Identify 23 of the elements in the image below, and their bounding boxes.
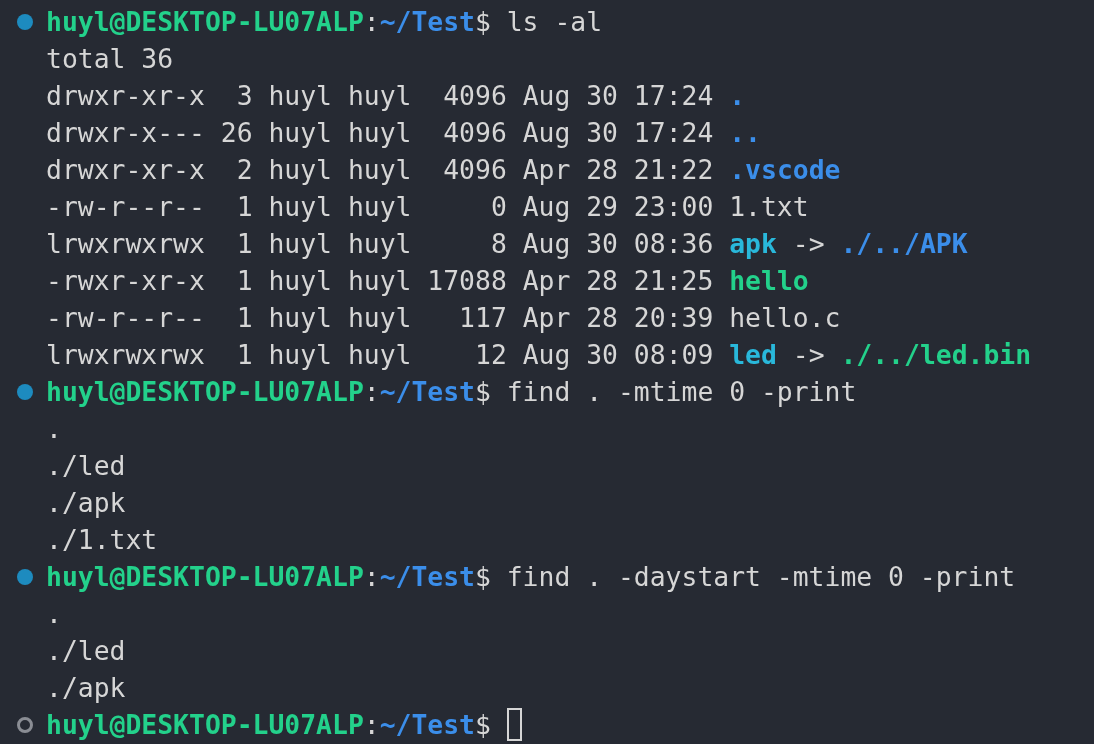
output-line: . [46,412,62,446]
output-line: drwxr-xr-x 3 huyl huyl 4096 Aug 30 17:24 . [46,79,746,113]
output-line: ./apk [46,671,126,705]
output-line: total 36 [46,42,174,76]
output-line: ./apk [46,486,126,520]
output-line: . [46,597,62,631]
output-line: -rw-r--r-- 1 huyl huyl 117 Apr 28 20:39 hello.c [46,301,841,335]
output-line: ./led [46,634,126,668]
command-text: find . -daystart -mtime 0 -print [506,560,1016,594]
shell-prompt: huyl@DESKTOP-LU07ALP:~/Test$ [46,708,491,742]
shell-prompt: huyl@DESKTOP-LU07ALP:~/Test$ [46,560,491,594]
command-text: find . -mtime 0 -print [506,375,857,409]
output-line: drwxr-x--- 26 huyl huyl 4096 Aug 30 17:24 .. [46,116,761,150]
output-line: lrwxrwxrwx 1 huyl huyl 8 Aug 30 08:36 apk -> ./../APK [46,227,968,261]
output-line: -rwxr-xr-x 1 huyl huyl 17088 Apr 28 21:25 hello [46,264,809,298]
output-line: ./1.txt [46,523,158,557]
command-text: ls -al [506,5,603,39]
output-line: -rw-r--r-- 1 huyl huyl 0 Aug 29 23:00 1.txt [46,190,809,224]
output-line: lrwxrwxrwx 1 huyl huyl 12 Aug 30 08:09 led -> ./../led.bin [46,338,1032,372]
shell-prompt: huyl@DESKTOP-LU07ALP:~/Test$ [46,5,491,39]
shell-prompt: huyl@DESKTOP-LU07ALP:~/Test$ [46,375,491,409]
output-line: ./led [46,449,126,483]
output-line: drwxr-xr-x 2 huyl huyl 4096 Apr 28 21:22 .vscode [46,153,841,187]
